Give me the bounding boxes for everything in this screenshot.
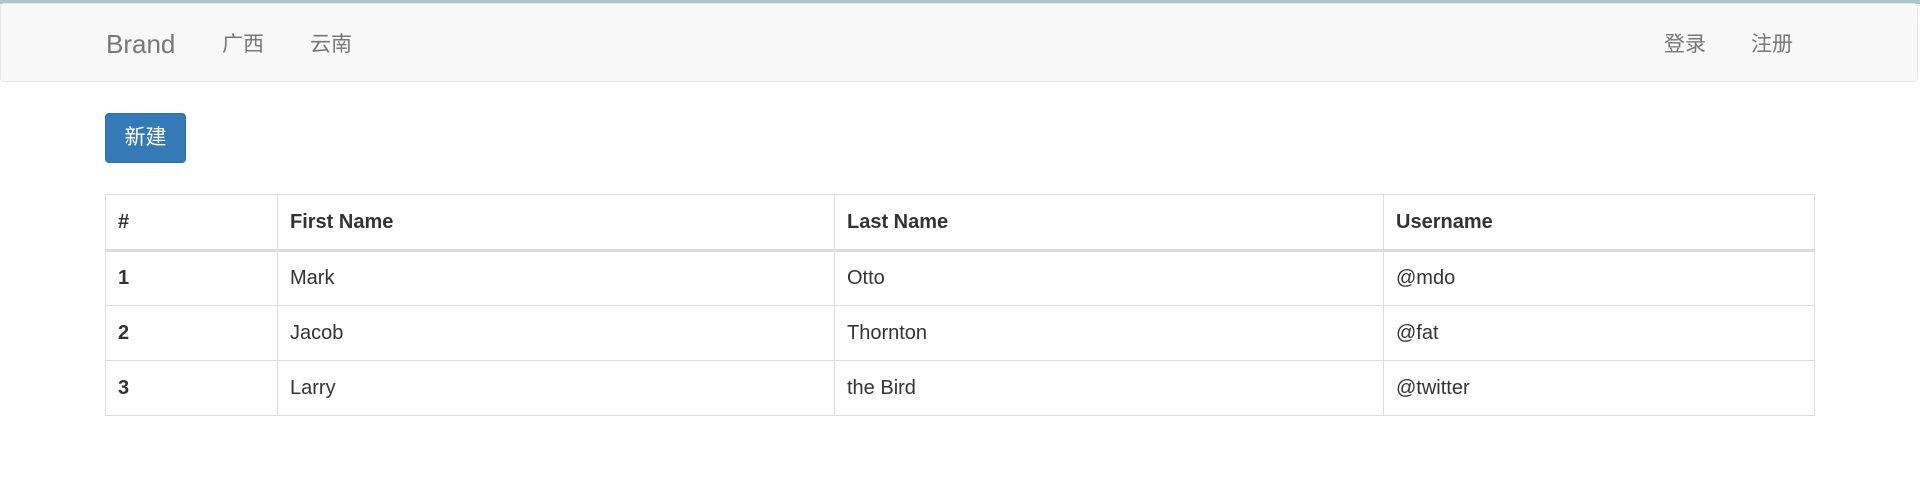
cell-username: @mdo	[1383, 250, 1815, 306]
cell-first-name: Jacob	[277, 305, 835, 361]
cell-number: 3	[105, 360, 278, 416]
table-row: 3 Larry the Bird @twitter	[105, 360, 1815, 416]
table-header: # First Name Last Name Username	[105, 194, 1815, 252]
nav-link-yunnan[interactable]: 云南	[310, 31, 352, 59]
cell-last-name: Otto	[834, 250, 1384, 306]
cell-username: @twitter	[1383, 360, 1815, 416]
table-row: 2 Jacob Thornton @fat	[105, 305, 1815, 361]
cell-first-name: Larry	[277, 360, 835, 416]
cell-number: 2	[105, 305, 278, 361]
cell-number: 1	[105, 250, 278, 306]
navbar: Brand 广西 云南 登录 注册	[0, 3, 1918, 82]
new-button[interactable]: 新建	[105, 113, 186, 163]
brand-link[interactable]: Brand	[106, 27, 175, 61]
table-body: 1 Mark Otto @mdo 2 Jacob Thornton @fat 3…	[105, 250, 1815, 416]
cell-username: @fat	[1383, 305, 1815, 361]
cell-first-name: Mark	[277, 250, 835, 306]
cell-last-name: Thornton	[834, 305, 1384, 361]
nav-link-guangxi[interactable]: 广西	[222, 31, 264, 59]
column-header-username: Username	[1383, 194, 1815, 252]
nav-link-register[interactable]: 注册	[1751, 31, 1793, 59]
column-header-number: #	[105, 194, 278, 252]
column-header-first-name: First Name	[277, 194, 835, 252]
table-row: 1 Mark Otto @mdo	[105, 250, 1815, 306]
nav-link-login[interactable]: 登录	[1664, 31, 1706, 59]
table-header-row: # First Name Last Name Username	[105, 194, 1815, 252]
data-table: # First Name Last Name Username 1 Mark O…	[105, 194, 1815, 416]
column-header-last-name: Last Name	[834, 194, 1384, 252]
cell-last-name: the Bird	[834, 360, 1384, 416]
